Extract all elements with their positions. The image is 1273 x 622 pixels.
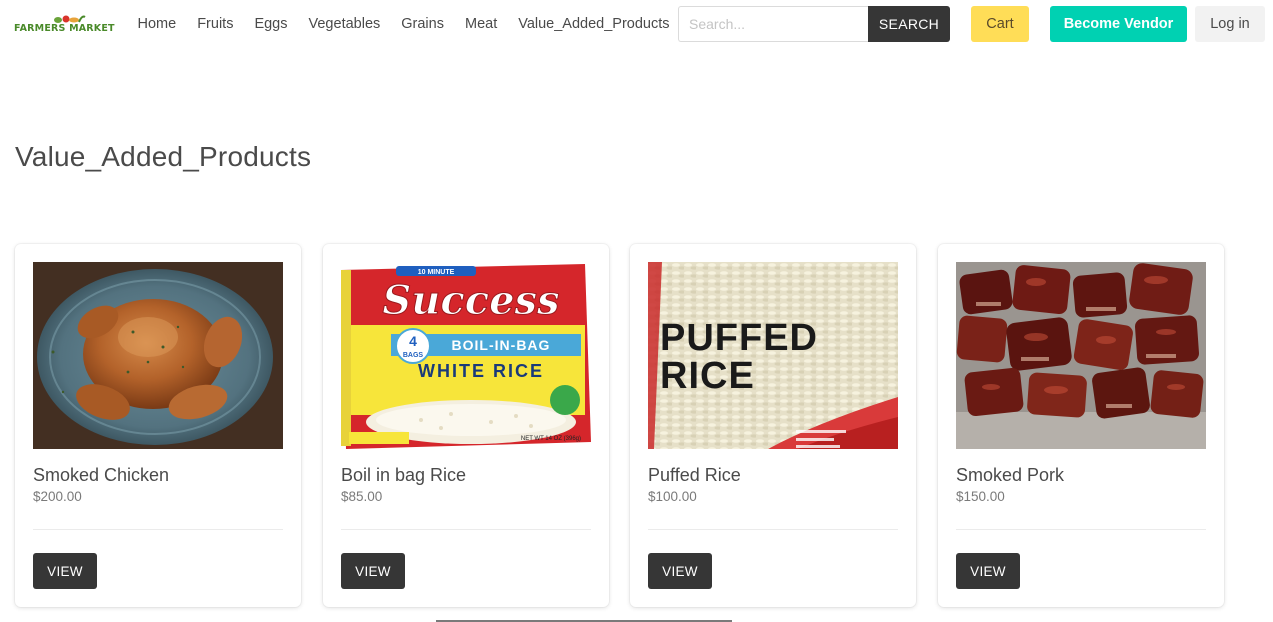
product-price: $85.00 [341,489,383,504]
search-input[interactable] [678,6,868,42]
rice-box-count-text: 4 [409,333,417,349]
nav-link-value-added-products[interactable]: Value_Added_Products [508,16,680,32]
card-divider [33,529,283,530]
puffed-rice-text-line1: PUFFED [660,317,818,359]
rice-box-count-label: BAGS [403,352,424,359]
navbar: FARMERS MARKET Home Fruits Eggs Vegetabl… [0,0,1273,48]
product-card-smoked-pork: Smoked Pork $150.00 VIEW [938,244,1224,607]
rice-box-net-text: NET WT 14 OZ (396g) [521,436,581,442]
product-name: Boil in bag Rice [341,465,467,485]
product-name: Smoked Pork [956,465,1065,485]
nav-link-fruits[interactable]: Fruits [187,16,244,32]
card-divider [956,529,1206,530]
smoked-pork-photo [956,262,1206,449]
rice-box-type-text: WHITE RICE [418,361,544,381]
product-image[interactable] [33,262,283,449]
product-image[interactable]: 10 MINUTE Success 4 BAGS BOIL-IN-BAG WHI… [341,262,591,449]
view-button[interactable]: VIEW [648,553,712,589]
search-button[interactable]: SEARCH [868,6,950,42]
nav-links: Home Fruits Eggs Vegetables Grains Meat … [127,0,680,48]
puffed-rice-text-line2: RICE [660,355,755,397]
nav-link-home[interactable]: Home [127,16,187,32]
brand-logo[interactable]: FARMERS MARKET [14,14,118,36]
product-card-boil-in-bag-rice: 10 MINUTE Success 4 BAGS BOIL-IN-BAG WHI… [323,244,609,607]
product-price: $150.00 [956,489,1005,504]
product-image[interactable] [956,262,1206,449]
login-button[interactable]: Log in [1195,6,1265,42]
product-name: Smoked Chicken [33,465,170,485]
product-price: $100.00 [648,489,697,504]
become-vendor-button[interactable]: Become Vendor [1050,6,1187,42]
view-button[interactable]: VIEW [956,553,1020,589]
view-button[interactable]: VIEW [33,553,97,589]
card-divider [341,529,591,530]
cart-button[interactable]: Cart [971,6,1029,42]
search-bar: SEARCH [678,6,950,42]
nav-link-meat[interactable]: Meat [454,16,507,32]
rice-box-brand-text: Success [382,277,559,324]
product-image[interactable]: PUFFED RICE [648,262,898,449]
puffed-rice-bag-photo: PUFFED RICE [648,262,898,449]
rice-box-band-text: BOIL-IN-BAG [452,337,551,353]
view-button[interactable]: VIEW [341,553,405,589]
page-title: Value_Added_Products [15,141,312,172]
brand-logo-text: FARMERS MARKET [14,23,115,34]
nav-link-grains[interactable]: Grains [391,16,455,32]
product-name: Puffed Rice [648,465,741,485]
rice-box-top-text: 10 MINUTE [418,269,455,276]
product-price: $200.00 [33,489,82,504]
product-card-smoked-chicken: Smoked Chicken $200.00 VIEW [15,244,301,607]
rice-box-photo: 10 MINUTE Success 4 BAGS BOIL-IN-BAG WHI… [341,262,591,449]
nav-link-vegetables[interactable]: Vegetables [298,16,391,32]
product-card-puffed-rice: PUFFED RICE Puffed Rice $100.00 VIEW [630,244,916,607]
smoked-chicken-photo [33,262,283,449]
card-divider [648,529,898,530]
nav-link-eggs[interactable]: Eggs [244,16,298,32]
